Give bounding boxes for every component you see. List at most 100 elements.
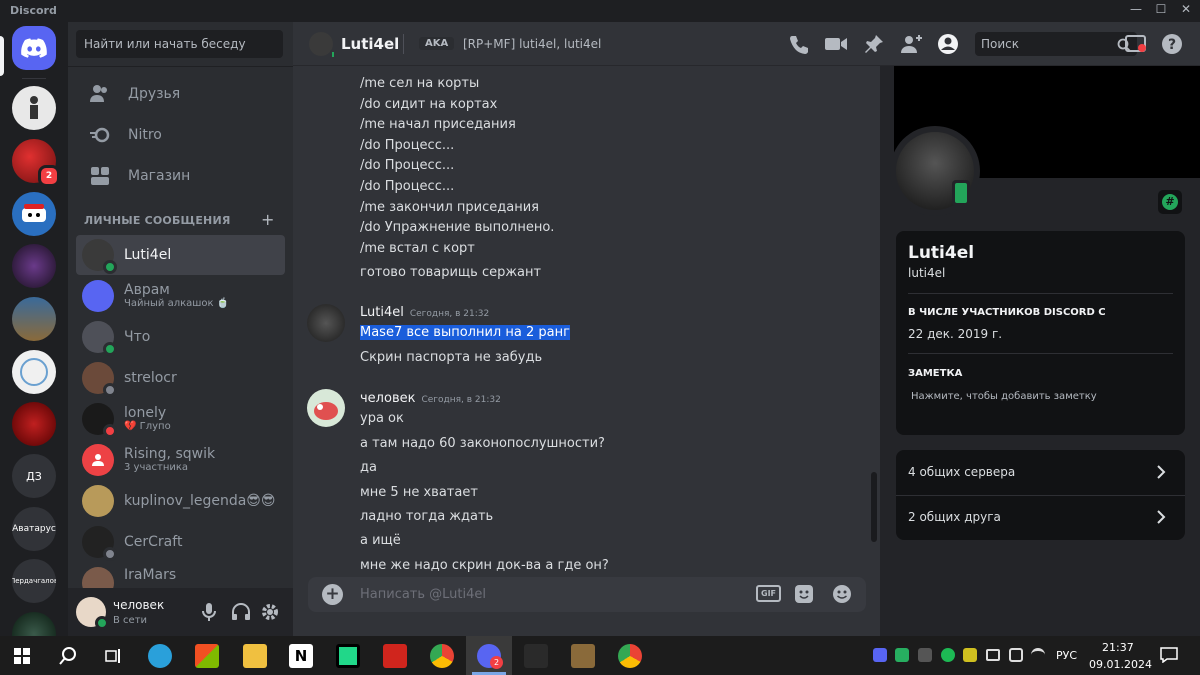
group-icon: [92, 454, 104, 466]
message-input[interactable]: Написать @Luti4el: [360, 587, 486, 602]
tray-battery-icon[interactable]: [986, 649, 1000, 661]
server-icon[interactable]: [12, 402, 56, 446]
server-icon[interactable]: Пердачгалов: [12, 559, 56, 603]
server-icon[interactable]: ДЗ: [12, 454, 56, 498]
message-line: /do Процесс...: [360, 179, 455, 194]
help-icon[interactable]: ?: [1161, 33, 1183, 55]
mutual-friends-row[interactable]: 2 общих друга: [896, 496, 1185, 540]
dm-item[interactable]: Luti4el: [76, 235, 285, 275]
task-view-icon[interactable]: [104, 647, 122, 669]
discord-taskbar-button[interactable]: 2: [466, 636, 512, 675]
tray-discord-icon[interactable]: [873, 648, 887, 662]
mutual-servers-row[interactable]: 4 общих сервера: [896, 450, 1185, 495]
server-icon[interactable]: [12, 86, 56, 130]
store-icon[interactable]: [195, 644, 219, 668]
avatar[interactable]: [309, 32, 336, 59]
minimize-button[interactable]: —: [1124, 2, 1148, 20]
tray-wifi-icon[interactable]: [1031, 648, 1045, 662]
message-avatar[interactable]: [307, 304, 345, 342]
status-indicator: [103, 342, 117, 356]
dm-item[interactable]: strelocr: [76, 358, 285, 398]
home-button[interactable]: [12, 26, 56, 70]
user-profile-icon[interactable]: [937, 33, 959, 55]
message-author[interactable]: человек Сегодня, в 21:32: [360, 391, 501, 406]
app-icon[interactable]: [524, 644, 548, 668]
emoji-icon[interactable]: [832, 584, 852, 608]
dm-item[interactable]: Что: [76, 317, 285, 357]
telegram-icon[interactable]: [148, 644, 172, 668]
scrollbar[interactable]: [871, 472, 877, 542]
dm-item[interactable]: Аврам Чайный алкашок 🍵: [76, 276, 285, 316]
dm-item[interactable]: Rising, sqwik 3 участника: [76, 440, 285, 480]
dm-item[interactable]: IraMars: [76, 563, 285, 588]
server-icon[interactable]: Аватарус: [12, 507, 56, 551]
server-icon[interactable]: [12, 192, 56, 236]
aka-badge: AKA: [419, 37, 455, 50]
message-author[interactable]: Luti4el Сегодня, в 21:32: [360, 305, 489, 320]
file-explorer-icon[interactable]: [243, 644, 267, 668]
headphones-icon[interactable]: [231, 603, 251, 625]
avatar[interactable]: [76, 597, 109, 630]
message-composer: + Написать @Luti4el GIF: [308, 577, 866, 612]
microphone-icon[interactable]: [201, 602, 217, 626]
note-input[interactable]: Нажмите, чтобы добавить заметку: [911, 391, 1097, 402]
svg-text:?: ?: [1168, 37, 1176, 53]
nav-nitro[interactable]: Nitro: [76, 115, 285, 155]
settings-gear-icon[interactable]: [260, 602, 280, 626]
acrobat-icon[interactable]: [383, 644, 407, 668]
status-indicator: [103, 383, 117, 397]
dm-search-input[interactable]: Найти или начать беседу: [76, 30, 283, 58]
sticker-icon[interactable]: [794, 584, 814, 608]
inbox-icon[interactable]: [1125, 33, 1147, 55]
server-icon[interactable]: [12, 612, 56, 636]
add-attachment-icon[interactable]: +: [322, 584, 343, 605]
tray-date[interactable]: 09.01.2024: [1089, 658, 1152, 671]
pin-icon[interactable]: [863, 33, 885, 55]
server-icon[interactable]: [12, 350, 56, 394]
tray-device-icon[interactable]: [1009, 648, 1023, 662]
avatar: [82, 362, 117, 397]
mobile-status-icon: [330, 50, 336, 59]
search-icon[interactable]: [58, 646, 78, 670]
message-line: готово товарищь сержант: [360, 265, 542, 280]
message-avatar[interactable]: [307, 389, 345, 427]
gif-button[interactable]: GIF: [756, 585, 782, 602]
minecraft-icon[interactable]: [571, 644, 595, 668]
user-status: В сети: [113, 615, 148, 626]
voice-call-icon[interactable]: [787, 33, 809, 55]
close-button[interactable]: ✕: [1174, 2, 1198, 20]
search-input[interactable]: Поиск: [975, 32, 1137, 56]
chrome-icon[interactable]: [430, 644, 454, 668]
pycharm-icon[interactable]: [336, 644, 360, 668]
add-friend-icon[interactable]: [900, 33, 922, 55]
notifications-icon[interactable]: [1160, 647, 1178, 667]
nav-shop[interactable]: Магазин: [76, 156, 285, 196]
server-icon[interactable]: [12, 244, 56, 288]
windows-start-icon[interactable]: [14, 648, 30, 668]
windows-taskbar: N 2 РУС 21:37 09.01.2024: [0, 636, 1200, 675]
member-since-date: 22 дек. 2019 г.: [908, 327, 1003, 341]
tray-app-icon[interactable]: [963, 648, 977, 662]
message-line: да: [360, 460, 377, 475]
message-list: /me сел на корты /do сидит на кортах /me…: [293, 66, 880, 588]
tray-spotify-icon[interactable]: [941, 648, 955, 662]
tray-volume-icon[interactable]: [918, 648, 932, 662]
video-call-icon[interactable]: [825, 33, 847, 55]
tray-app-icon[interactable]: [895, 648, 909, 662]
dm-item[interactable]: CerCraft: [76, 522, 285, 562]
nav-friends[interactable]: Друзья: [76, 74, 285, 114]
mutuals-card: 4 общих сервера 2 общих друга: [896, 450, 1185, 540]
divider: [68, 66, 293, 67]
dm-item[interactable]: kuplinov_legenda😎😎: [76, 481, 285, 521]
dm-item[interactable]: lonely 💔 Глупо: [76, 399, 285, 439]
tray-time[interactable]: 21:37: [1102, 641, 1134, 654]
chat-area: /me сел на корты /do сидит на кортах /me…: [293, 22, 880, 636]
tray-language[interactable]: РУС: [1056, 649, 1077, 662]
create-dm-button[interactable]: +: [261, 210, 274, 229]
status-indicator: [103, 260, 117, 274]
maximize-button[interactable]: ☐: [1149, 2, 1173, 20]
message-line: ладно тогда ждать: [360, 509, 494, 524]
server-icon[interactable]: [12, 297, 56, 341]
notion-icon[interactable]: N: [289, 644, 313, 668]
chrome-icon[interactable]: [618, 644, 642, 668]
